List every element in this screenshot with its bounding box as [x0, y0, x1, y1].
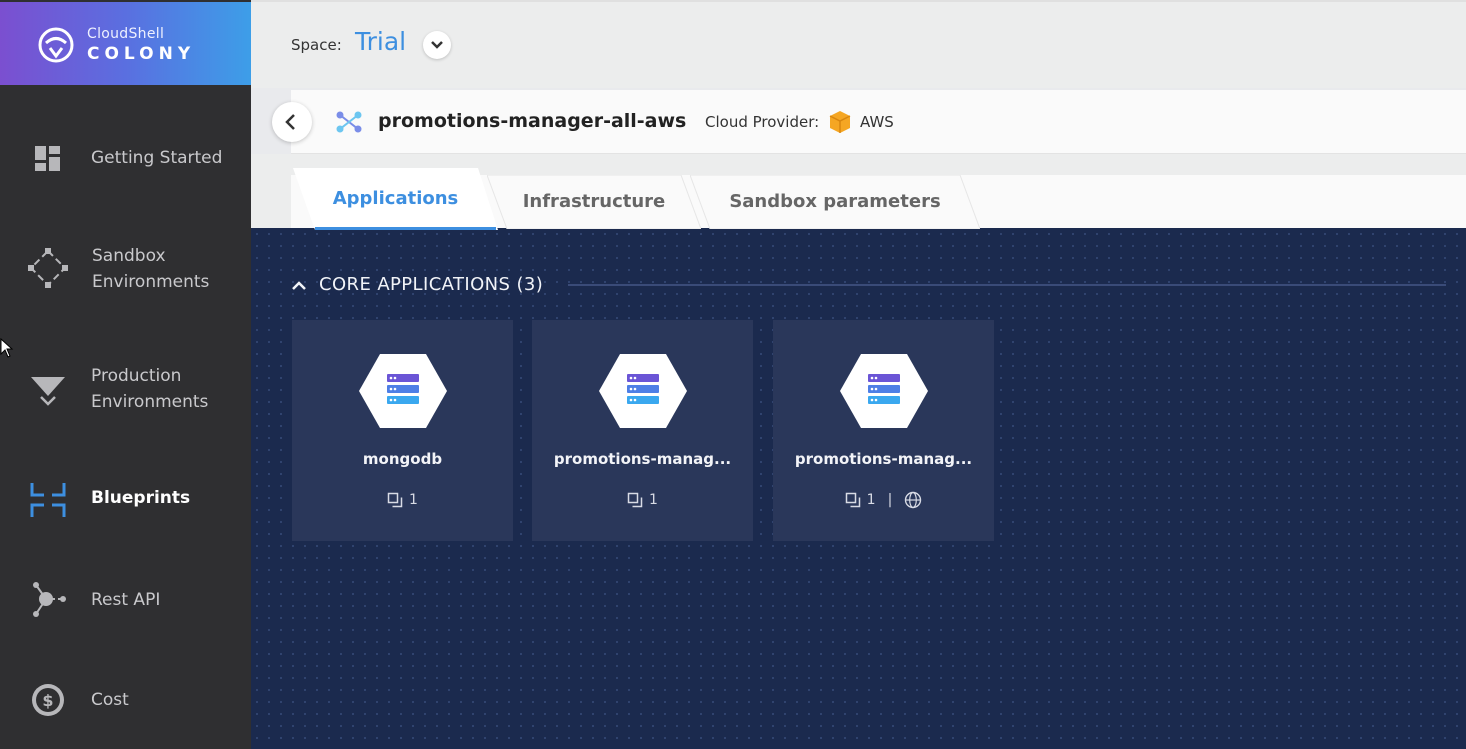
- blueprints-icon: [30, 483, 66, 517]
- application-card-promotions-manager-ui[interactable]: promotions-manag... 1 |: [773, 320, 994, 541]
- cost-icon: $: [32, 684, 64, 716]
- tab-sandbox-parameters[interactable]: Sandbox parameters: [690, 175, 980, 229]
- chevron-left-icon: [285, 114, 295, 130]
- instances-icon: [845, 492, 860, 508]
- tab-label: Applications: [332, 188, 459, 209]
- globe-icon: [905, 491, 922, 509]
- blueprint-name: promotions-manager-all-aws: [378, 110, 687, 132]
- top-bar: Space: Trial: [251, 0, 1466, 88]
- server-stack-icon: [359, 354, 447, 428]
- application-name: promotions-manag...: [553, 450, 732, 468]
- api-icon: [33, 582, 66, 617]
- instances-icon: [627, 492, 643, 508]
- production-icon: [31, 377, 65, 406]
- chevron-down-icon: [431, 41, 443, 49]
- brand-cloudshell: CloudShell: [87, 26, 165, 42]
- back-button[interactable]: [272, 102, 312, 142]
- sidebar-item-label: Sandbox: [92, 246, 166, 266]
- application-name: promotions-manag...: [794, 450, 973, 468]
- space-label: Space:: [291, 36, 342, 54]
- application-name: mongodb: [362, 450, 443, 468]
- meta-separator: |: [887, 492, 893, 508]
- instances-icon: [387, 492, 403, 508]
- tab-infrastructure[interactable]: Infrastructure: [487, 175, 701, 229]
- chevron-up-icon[interactable]: [290, 277, 308, 295]
- blueprint-diagram-icon: [336, 111, 362, 133]
- sidebar-item-blueprints[interactable]: Blueprints: [0, 468, 251, 528]
- tab-label: Infrastructure: [522, 191, 666, 212]
- sidebar-item-label: Environments: [92, 272, 210, 292]
- mouse-cursor-icon: [0, 338, 14, 358]
- cloud-provider-label: Cloud Provider:: [705, 113, 820, 131]
- application-meta: 1: [292, 490, 513, 510]
- sidebar-item-label: Rest API: [91, 590, 161, 610]
- space-selector-value[interactable]: Trial: [355, 27, 406, 56]
- sidebar-item-getting-started[interactable]: Getting Started: [0, 128, 251, 188]
- cloud-provider-value: AWS: [860, 113, 894, 131]
- svg-text:$: $: [42, 691, 53, 710]
- logo[interactable]: CloudShell COLONY: [0, 2, 251, 85]
- instance-count: 1: [409, 492, 418, 508]
- application-card-mongodb[interactable]: mongodb 1: [292, 320, 513, 541]
- application-meta: 1 |: [773, 490, 994, 510]
- sidebar-item-production-environments[interactable]: Production Environments: [0, 360, 251, 424]
- sidebar-item-label: Production: [91, 366, 182, 386]
- sidebar-item-label: Cost: [91, 690, 129, 710]
- instance-count: 1: [649, 492, 658, 508]
- sidebar-item-rest-api[interactable]: Rest API: [0, 570, 251, 630]
- colony-logo-icon: [38, 27, 74, 63]
- tab-applications[interactable]: Applications: [293, 168, 498, 230]
- section-divider: [568, 284, 1446, 286]
- sidebar-item-label: Environments: [91, 392, 209, 412]
- server-stack-icon: [599, 354, 687, 428]
- sandbox-icon: [28, 248, 68, 288]
- blueprint-header: promotions-manager-all-aws Cloud Provide…: [291, 90, 1466, 154]
- tab-label: Sandbox parameters: [729, 191, 941, 212]
- instance-count: 1: [866, 492, 876, 508]
- sidebar-item-label: Blueprints: [91, 488, 191, 508]
- application-card-promotions-manager-api[interactable]: promotions-manag... 1: [532, 320, 753, 541]
- sidebar-item-label: Getting Started: [91, 148, 223, 168]
- sidebar-item-sandbox-environments[interactable]: Sandbox Environments: [0, 240, 251, 304]
- space-dropdown-button[interactable]: [423, 31, 451, 59]
- brand-colony: COLONY: [87, 44, 196, 64]
- application-meta: 1: [532, 490, 753, 510]
- aws-cube-icon: [829, 111, 851, 133]
- dashboard-icon: [35, 146, 60, 171]
- sidebar-item-cost[interactable]: $ Cost: [0, 670, 251, 730]
- section-title: CORE APPLICATIONS (3): [319, 274, 544, 295]
- server-stack-icon: [840, 354, 928, 428]
- sidebar: CloudShell COLONY Getting Started Sandbo…: [0, 0, 251, 749]
